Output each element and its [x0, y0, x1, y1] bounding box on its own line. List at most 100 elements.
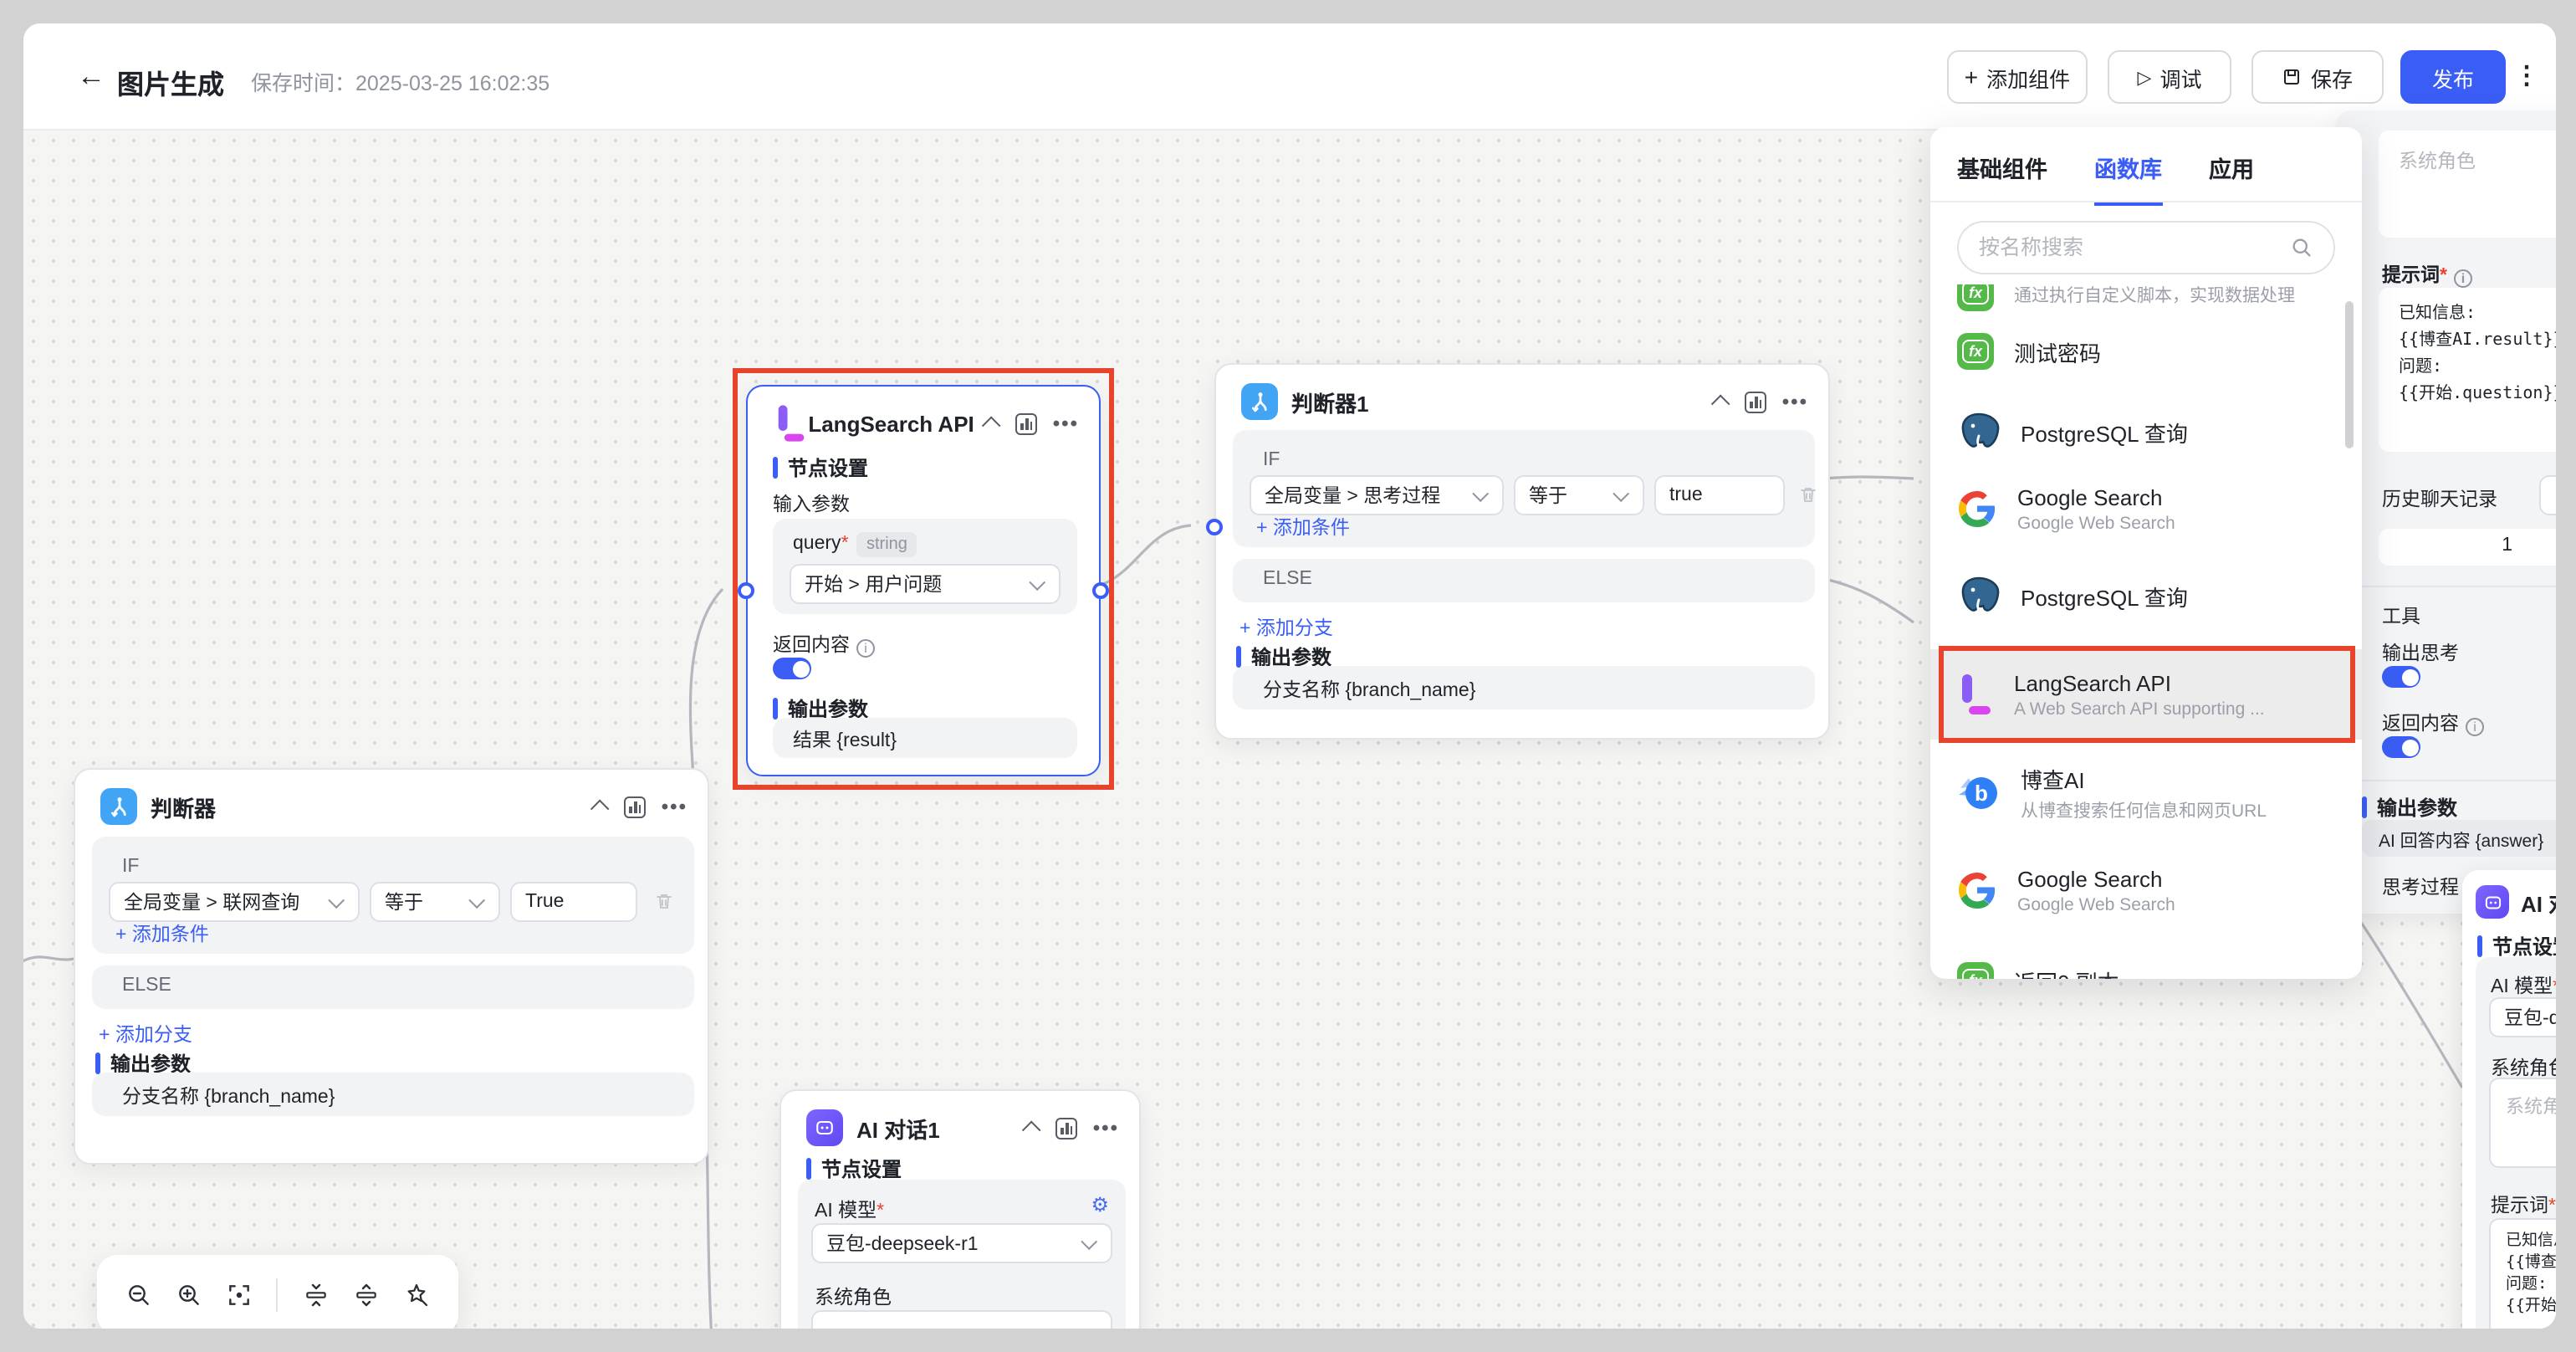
- item-desc: Google Web Search: [2017, 894, 2175, 914]
- publish-button[interactable]: 发布: [2400, 50, 2506, 104]
- output-port[interactable]: [1092, 582, 1109, 599]
- system-role-textarea[interactable]: 系统角色: [2379, 131, 2556, 238]
- item-name: Google Search: [2017, 484, 2175, 510]
- run-result-icon[interactable]: [625, 796, 647, 817]
- save-button[interactable]: 保存: [2251, 50, 2384, 104]
- chevron-down-icon: [1081, 1232, 1097, 1249]
- back-icon[interactable]: ←: [77, 60, 105, 94]
- magic-star-icon[interactable]: [403, 1282, 430, 1308]
- condition-value-input[interactable]: true: [1654, 475, 1785, 515]
- node-properties-panel: 系统角色 提示词*i 已知信息: {{博查AI.result}} 问题: {{开…: [2335, 110, 2556, 914]
- list-item[interactable]: PostgreSQL 查询: [1930, 556, 2362, 636]
- add-component-button[interactable]: + 添加组件: [1947, 50, 2088, 104]
- return-content-toggle[interactable]: [2382, 736, 2420, 758]
- node-title: LangSearch API: [808, 411, 974, 436]
- condition-variable-select[interactable]: 全局变量 > 联网查询: [109, 882, 360, 922]
- node-ai-chat1[interactable]: AI 对话1 ••• 节点设置 AI 模型* ⚙ 豆包-deepseek-r1 …: [779, 1089, 1141, 1329]
- more-icon[interactable]: •••: [1053, 415, 1079, 432]
- collapse-icon[interactable]: [983, 417, 1002, 436]
- collapse-icon[interactable]: [591, 800, 611, 819]
- output-row: 结果 {result}: [773, 718, 1077, 758]
- more-icon[interactable]: •••: [1093, 1119, 1119, 1136]
- prompt-line: {{开始.question}}: [2399, 382, 2556, 408]
- prompt-textarea[interactable]: 已知信息: {{博查AI 问题: {{开始: [2489, 1218, 2556, 1329]
- add-branch-link[interactable]: + 添加分支: [1239, 614, 1333, 641]
- google-icon: [1957, 489, 1997, 529]
- list-item-langsearch[interactable]: LangSearch API A Web Search API supporti…: [1930, 649, 2362, 740]
- model-settings-box: AI 模型* 豆包-deep 系统角色 系统角色 提示词*i 已知信息: {{博…: [2476, 957, 2556, 1329]
- zoom-out-icon[interactable]: [125, 1282, 152, 1308]
- condition-variable-select[interactable]: 全局变量 > 思考过程: [1250, 475, 1504, 515]
- output-thinking-toggle[interactable]: [2382, 666, 2420, 688]
- run-result-icon[interactable]: [1016, 412, 1038, 434]
- collapse-vertical-icon[interactable]: [302, 1282, 329, 1308]
- prompt-textarea[interactable]: 已知信息: {{博查AI.result}} 问题: {{开始.question}…: [2379, 288, 2556, 452]
- node-langsearch[interactable]: LangSearch API ••• 节点设置 输入参数 query* stri…: [746, 385, 1101, 776]
- query-value-select[interactable]: 开始 > 用户问题: [790, 564, 1061, 604]
- condition-operator-select[interactable]: 等于: [370, 882, 500, 922]
- delete-condition-icon[interactable]: [1798, 484, 1818, 505]
- add-condition-link[interactable]: + 添加条件: [115, 920, 209, 947]
- model-select[interactable]: 豆包-deep: [2489, 997, 2556, 1037]
- model-label: AI 模型: [815, 1201, 877, 1221]
- item-name: 测试密码: [2014, 335, 2101, 367]
- more-icon[interactable]: •••: [662, 798, 687, 815]
- node-judge-header: 判断器 •••: [100, 786, 687, 827]
- more-menu-icon[interactable]: ⋮: [2514, 60, 2539, 90]
- debug-button[interactable]: ▷ 调试: [2108, 50, 2231, 104]
- return-content-toggle[interactable]: [773, 658, 811, 679]
- thinking-label: 思考过程: [2382, 873, 2459, 900]
- more-icon[interactable]: •••: [1782, 393, 1808, 410]
- system-role-textarea[interactable]: 系统角色: [2489, 1078, 2556, 1168]
- output-row: 分支名称 {branch_name}: [1233, 666, 1815, 709]
- list-item[interactable]: b 博查AI 从博查搜索任何信息和网页URL: [1930, 746, 2362, 840]
- condition-value-input[interactable]: True: [510, 882, 637, 922]
- delete-condition-icon[interactable]: [654, 890, 674, 912]
- tab-applications[interactable]: 应用: [2209, 151, 2254, 206]
- tab-function-library[interactable]: 函数库: [2094, 151, 2162, 206]
- prompt-line: 已知信息:: [2399, 301, 2556, 328]
- node-judge1[interactable]: 判断器1 ••• IF 全局变量 > 思考过程 等于 true: [1214, 363, 1830, 740]
- info-icon: i: [856, 639, 875, 658]
- list-item[interactable]: fx 测试密码: [1930, 311, 2362, 392]
- input-port[interactable]: [1206, 519, 1223, 535]
- prompt-line: 已知信息:: [2506, 1230, 2556, 1252]
- run-result-icon[interactable]: [1056, 1117, 1078, 1139]
- expand-vertical-icon[interactable]: [353, 1282, 380, 1308]
- plus-icon: +: [1965, 64, 1978, 90]
- node-title: 判断器: [151, 791, 216, 822]
- branch-icon: [1241, 383, 1278, 420]
- scrollbar-thumb[interactable]: [2345, 301, 2354, 448]
- item-name: LangSearch API: [2014, 670, 2265, 695]
- system-role-textarea[interactable]: 系统角色: [811, 1310, 1112, 1329]
- list-item[interactable]: fx 返回0 副本: [1930, 940, 2362, 979]
- input-port[interactable]: [738, 582, 754, 599]
- condition-operator-select[interactable]: 等于: [1514, 475, 1644, 515]
- add-branch-link[interactable]: + 添加分支: [99, 1021, 192, 1047]
- fit-view-icon[interactable]: [227, 1282, 253, 1308]
- answer-output-row: AI 回答内容 {answer}: [2362, 820, 2556, 857]
- zoom-in-icon[interactable]: [176, 1282, 202, 1308]
- collapse-icon[interactable]: [1023, 1121, 1042, 1140]
- list-item[interactable]: PostgreSQL 查询: [1930, 392, 2362, 472]
- param-name: query: [793, 534, 841, 554]
- node-ai-chat2[interactable]: AI 对话2 节点设置 AI 模型* 豆包-deep 系统角色 系统角色 提示词…: [2462, 870, 2556, 1329]
- library-search-box[interactable]: [1957, 221, 2335, 274]
- history-mode-button[interactable]: 工: [2539, 475, 2556, 515]
- node-judge[interactable]: 判断器 ••• IF 全局变量 > 联网查询 等于 True: [74, 768, 709, 1165]
- gear-icon[interactable]: ⚙: [1091, 1193, 1109, 1216]
- list-item[interactable]: Google Search Google Web Search: [1930, 843, 2362, 937]
- info-icon: i: [2466, 718, 2484, 736]
- history-count-input[interactable]: 1: [2379, 529, 2556, 566]
- add-condition-link[interactable]: + 添加条件: [1256, 514, 1350, 540]
- model-select[interactable]: 豆包-deepseek-r1: [811, 1223, 1112, 1263]
- history-label: 历史聊天记录: [2382, 485, 2497, 512]
- search-input[interactable]: [1979, 236, 2290, 259]
- return-content-label: 返回内容i: [773, 631, 875, 658]
- run-result-icon[interactable]: [1745, 391, 1767, 412]
- node-title: AI 对话2: [2521, 886, 2556, 918]
- if-label: IF: [1263, 450, 1280, 470]
- tab-basic-components[interactable]: 基础组件: [1957, 151, 2047, 206]
- list-item[interactable]: Google Search Google Web Search: [1930, 462, 2362, 556]
- collapse-icon[interactable]: [1712, 395, 1731, 414]
